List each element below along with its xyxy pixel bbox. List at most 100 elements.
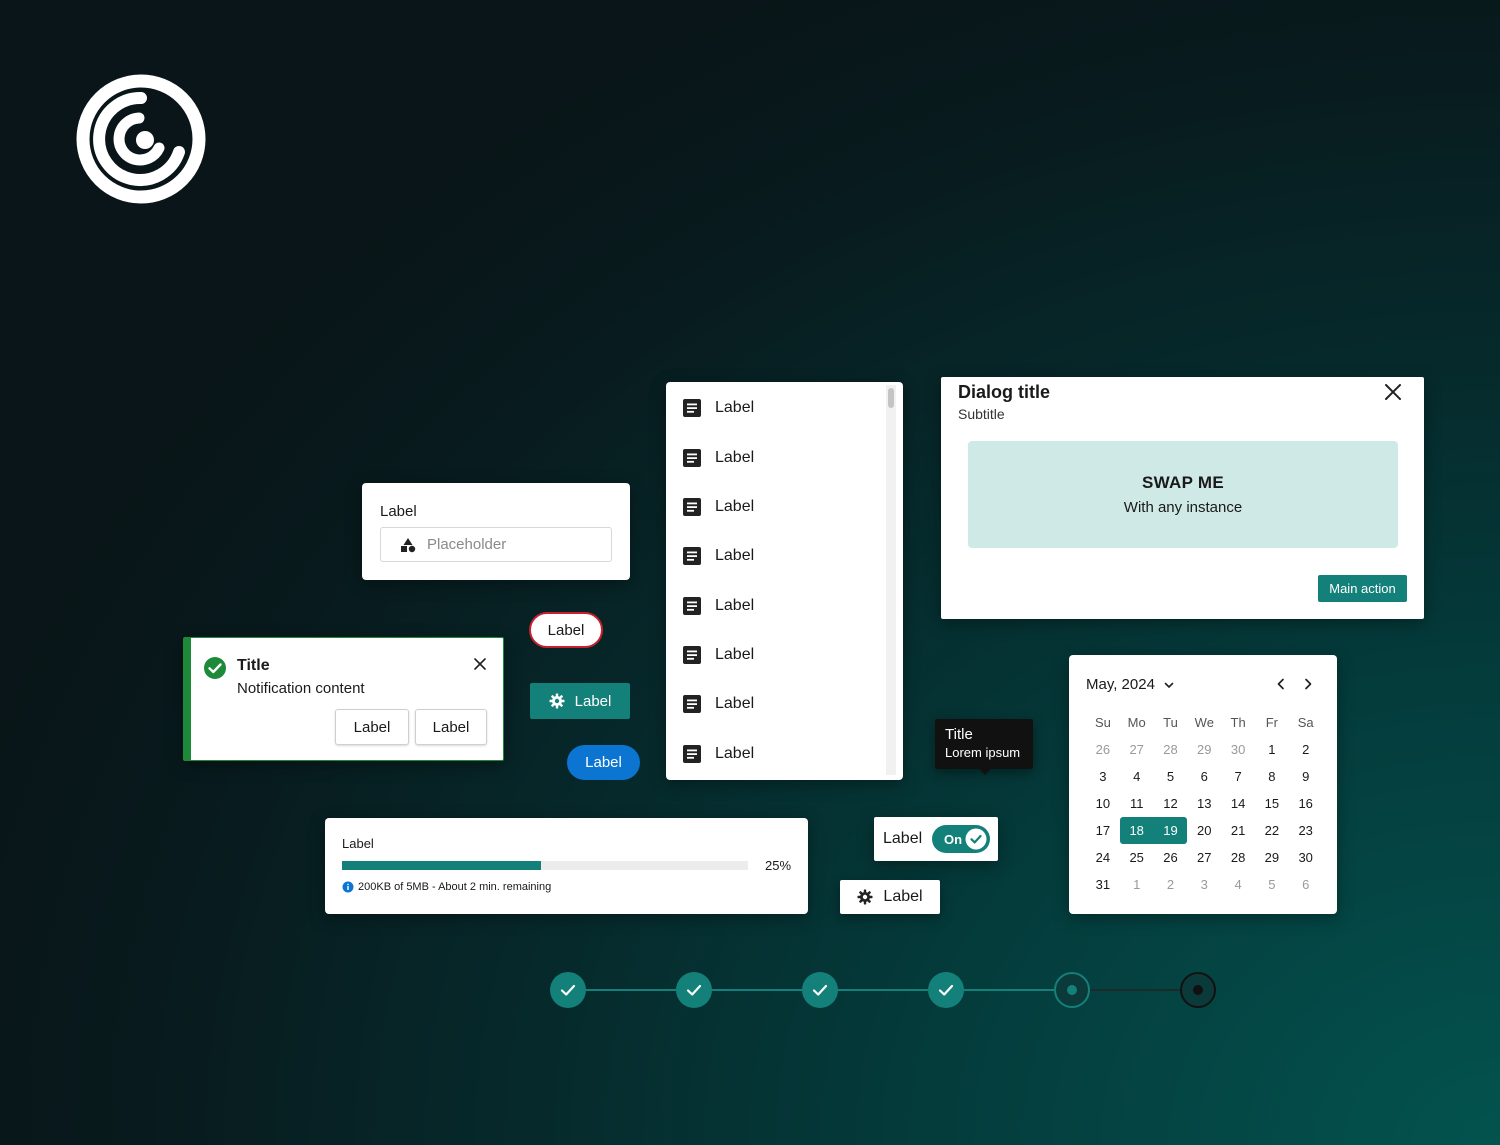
calendar-day[interactable]: 11 xyxy=(1120,790,1154,817)
chevron-left-icon[interactable] xyxy=(1274,677,1288,691)
calendar-day[interactable]: 5 xyxy=(1154,763,1188,790)
calendar-day[interactable]: 17 xyxy=(1086,817,1120,844)
calendar-day[interactable]: 2 xyxy=(1289,736,1323,763)
input-placeholder: Placeholder xyxy=(427,536,507,553)
month-selector[interactable]: May, 2024 xyxy=(1086,676,1175,693)
calendar-day[interactable]: 5 xyxy=(1255,871,1289,898)
document-icon xyxy=(683,547,701,565)
weekday-label: Fr xyxy=(1265,715,1279,730)
list-item-label: Label xyxy=(715,547,755,564)
list-item[interactable]: Label xyxy=(682,742,754,766)
danger-outline-pill-button[interactable]: Label xyxy=(529,612,603,648)
week-row: 3 4 5 6 7 8 9 xyxy=(1086,763,1337,790)
progress-percent: 25% xyxy=(765,858,792,873)
slot-title: SWAP ME xyxy=(1141,473,1225,492)
progress-card: Label 25% 200KB of 5MB - About 2 min. re… xyxy=(325,818,808,914)
calendar-day[interactable]: 28 xyxy=(1221,844,1255,871)
calendar-day[interactable]: 8 xyxy=(1255,763,1289,790)
calendar-day[interactable]: 9 xyxy=(1289,763,1323,790)
calendar-day-selected[interactable]: 19 xyxy=(1153,817,1188,844)
calendar-day[interactable]: 4 xyxy=(1120,763,1154,790)
chevron-right-icon[interactable] xyxy=(1301,677,1315,691)
notification-action-button-1[interactable]: Label xyxy=(335,709,409,745)
list-item-label: Label xyxy=(715,399,755,416)
calendar-day[interactable]: 14 xyxy=(1221,790,1255,817)
primary-icon-button[interactable]: Label xyxy=(530,683,630,719)
calendar-day[interactable]: 10 xyxy=(1086,790,1120,817)
blue-pill-button[interactable]: Label xyxy=(567,745,640,780)
calendar-day[interactable]: 21 xyxy=(1221,817,1255,844)
calendar-day[interactable]: 27 xyxy=(1187,844,1221,871)
calendar-day[interactable]: 1 xyxy=(1120,871,1154,898)
list-item[interactable]: Label xyxy=(682,495,754,519)
step-completed[interactable] xyxy=(550,972,586,1008)
calendar-day[interactable]: 13 xyxy=(1187,790,1221,817)
list-item[interactable]: Label xyxy=(682,396,754,420)
calendar-day[interactable]: 15 xyxy=(1255,790,1289,817)
calendar-day[interactable]: 1 xyxy=(1255,736,1289,763)
calendar-day[interactable]: 3 xyxy=(1086,763,1120,790)
calendar-day[interactable]: 31 xyxy=(1086,871,1120,898)
text-input[interactable]: Placeholder xyxy=(380,527,612,562)
list-item[interactable]: Label xyxy=(682,446,754,470)
calendar-day[interactable]: 29 xyxy=(1255,844,1289,871)
calendar-day[interactable]: 28 xyxy=(1154,736,1188,763)
list-item[interactable]: Label xyxy=(682,643,754,667)
slot-subtitle: With any instance xyxy=(1123,499,1243,516)
dialog-content-slot: SWAP ME With any instance xyxy=(968,441,1398,548)
calendar-day[interactable]: 22 xyxy=(1255,817,1289,844)
dialog-subtitle: Subtitle xyxy=(958,406,1005,422)
list-scrollbar-thumb[interactable] xyxy=(888,388,894,408)
document-icon xyxy=(683,745,701,763)
list-item[interactable]: Label xyxy=(682,594,754,618)
close-icon[interactable] xyxy=(1384,383,1402,401)
close-icon[interactable] xyxy=(472,656,488,672)
calendar-day[interactable]: 4 xyxy=(1221,871,1255,898)
progress-info: 200KB of 5MB - About 2 min. remaining xyxy=(342,881,551,893)
calendar-day[interactable]: 30 xyxy=(1289,844,1323,871)
info-icon xyxy=(342,881,354,893)
brand-logo xyxy=(76,74,206,204)
calendar-day[interactable]: 12 xyxy=(1154,790,1188,817)
check-icon xyxy=(812,984,828,996)
toggle-switch[interactable]: On xyxy=(932,825,990,853)
calendar-day[interactable]: 25 xyxy=(1120,844,1154,871)
settings-button-label: Label xyxy=(883,888,923,905)
weekday-label: We xyxy=(1194,715,1214,730)
document-icon xyxy=(683,449,701,467)
calendar-day[interactable]: 16 xyxy=(1289,790,1323,817)
calendar-day-selected[interactable]: 18 xyxy=(1119,817,1154,844)
notification-content: Notification content xyxy=(237,680,365,697)
list-item[interactable]: Label xyxy=(682,692,754,716)
calendar-day[interactable]: 23 xyxy=(1289,817,1323,844)
step-completed[interactable] xyxy=(676,972,712,1008)
calendar-day[interactable]: 6 xyxy=(1187,763,1221,790)
calendar-day[interactable]: 3 xyxy=(1187,871,1221,898)
step-current[interactable] xyxy=(1054,972,1090,1008)
document-icon xyxy=(683,695,701,713)
calendar-day[interactable]: 7 xyxy=(1221,763,1255,790)
calendar-day[interactable]: 20 xyxy=(1187,817,1221,844)
tooltip-title: Title xyxy=(945,726,973,743)
calendar-day[interactable]: 26 xyxy=(1086,736,1120,763)
calendar-day[interactable]: 29 xyxy=(1187,736,1221,763)
notification-action-button-2[interactable]: Label xyxy=(415,709,487,745)
weekday-row: Su Mo Tu We Th Fr Sa xyxy=(1086,709,1337,736)
week-row: 17 18 19 20 21 22 23 xyxy=(1086,817,1337,844)
list-item-label: Label xyxy=(715,498,755,515)
gear-icon xyxy=(857,889,873,905)
list-item[interactable]: Label xyxy=(682,544,754,568)
week-row: 24 25 26 27 28 29 30 xyxy=(1086,844,1337,871)
step-completed[interactable] xyxy=(802,972,838,1008)
calendar-day[interactable]: 26 xyxy=(1154,844,1188,871)
settings-button[interactable]: Label xyxy=(840,880,940,914)
list-scrollbar-track[interactable] xyxy=(886,385,896,775)
main-action-button[interactable]: Main action xyxy=(1318,575,1407,602)
calendar-day[interactable]: 30 xyxy=(1221,736,1255,763)
step-completed[interactable] xyxy=(928,972,964,1008)
calendar-day[interactable]: 6 xyxy=(1289,871,1323,898)
step-upcoming[interactable] xyxy=(1180,972,1216,1008)
calendar-day[interactable]: 24 xyxy=(1086,844,1120,871)
calendar-day[interactable]: 27 xyxy=(1120,736,1154,763)
calendar-day[interactable]: 2 xyxy=(1154,871,1188,898)
